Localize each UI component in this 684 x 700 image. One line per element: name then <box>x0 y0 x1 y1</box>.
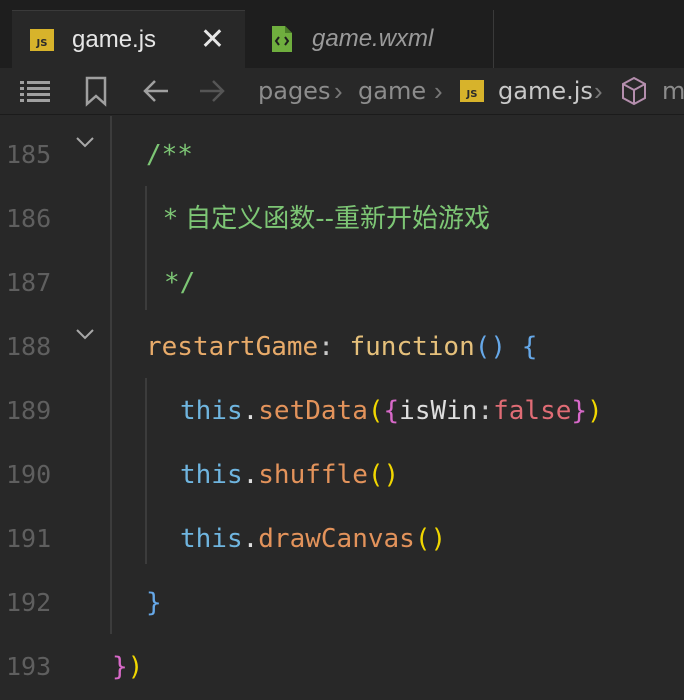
token-boolean: false <box>493 396 572 426</box>
token-this: this <box>180 396 243 426</box>
token-keyword: function <box>349 332 475 362</box>
line-number: 189 <box>6 396 52 425</box>
line-number: 185 <box>6 140 52 169</box>
code-editor[interactable]: 185 /** 186 * 自定义函数--重新开始游戏 187 */ 188 r… <box>0 116 684 700</box>
token-colon: : <box>477 396 494 426</box>
token-brace: } <box>571 396 588 426</box>
token-brace: { <box>383 396 400 426</box>
breadcrumb-bar: pages › game › JS game.js › m <box>0 68 684 115</box>
code-text: this.drawCanvas() <box>180 524 446 555</box>
token-property: restartGame <box>146 332 319 362</box>
token-dot: . <box>242 524 259 554</box>
code-line: 190 this.shuffle() <box>0 442 684 506</box>
token-paren: ( <box>367 396 384 426</box>
js-file-icon: JS <box>460 80 484 102</box>
code-line: 189 this.setData({isWin:false}) <box>0 378 684 442</box>
line-number: 188 <box>6 332 52 361</box>
line-number: 187 <box>6 268 52 297</box>
outline-list-icon[interactable] <box>20 68 52 114</box>
token-parens: () <box>474 332 507 362</box>
breadcrumb-separator: › <box>434 75 443 106</box>
code-text: * 自定义函数--重新开始游戏 <box>164 204 491 234</box>
token-this: this <box>180 524 243 554</box>
code-line: 193 }) <box>0 634 684 698</box>
code-text: this.shuffle() <box>180 460 399 491</box>
line-number: 186 <box>6 204 52 233</box>
tab-label: game.js <box>72 25 157 53</box>
bookmark-icon[interactable] <box>84 68 108 114</box>
token-parens: () <box>414 524 447 554</box>
code-text: restartGame: function() { <box>146 332 537 363</box>
fold-chevron-icon[interactable] <box>74 326 96 342</box>
token-brace: } <box>112 652 128 682</box>
token-method: drawCanvas <box>258 524 415 554</box>
fold-chevron-icon[interactable] <box>74 134 96 150</box>
line-number: 192 <box>6 588 52 617</box>
breadcrumb-symbol[interactable]: m <box>662 68 684 114</box>
token-this: this <box>180 460 243 490</box>
breadcrumb-pages[interactable]: pages <box>258 68 330 114</box>
token-colon: : <box>318 332 334 362</box>
breadcrumb-game[interactable]: game <box>358 68 426 114</box>
code-line: 191 this.drawCanvas() <box>0 506 684 570</box>
line-number: 190 <box>6 460 52 489</box>
token-brace: { <box>521 332 538 362</box>
line-number: 193 <box>6 652 52 681</box>
wxml-file-icon <box>272 26 292 52</box>
editor-tab-bar: JS game.js ✕ game.wxml <box>0 0 684 68</box>
code-text: this.setData({isWin:false}) <box>180 396 603 427</box>
tab-label: game.wxml <box>312 25 434 52</box>
code-text: */ <box>164 268 196 298</box>
close-icon[interactable]: ✕ <box>200 24 225 55</box>
tab-game-wxml[interactable]: game.wxml <box>246 10 494 68</box>
code-text: /** <box>146 140 193 170</box>
token-dot: . <box>242 460 259 490</box>
code-line: 192 } <box>0 570 684 634</box>
token-dot: . <box>242 396 259 426</box>
js-file-icon: JS <box>30 28 54 51</box>
cube-symbol-icon <box>622 76 646 106</box>
token-method: setData <box>258 396 368 426</box>
code-line: 185 /** <box>0 122 684 186</box>
code-line: 187 */ <box>0 250 684 314</box>
token-brace: } <box>146 588 162 618</box>
breadcrumb-separator: › <box>594 75 603 106</box>
token-paren: ) <box>127 652 144 682</box>
back-arrow-icon[interactable] <box>142 68 170 114</box>
token-paren: ) <box>587 396 603 426</box>
tab-game-js[interactable]: JS game.js ✕ <box>12 10 245 68</box>
code-line: 188 restartGame: function() { <box>0 314 684 378</box>
breadcrumb-file[interactable]: game.js <box>498 68 593 114</box>
token-key: isWin <box>399 396 478 426</box>
code-line: 186 * 自定义函数--重新开始游戏 <box>0 186 684 250</box>
code-text: }) <box>112 652 143 683</box>
forward-arrow-icon[interactable] <box>198 68 226 114</box>
token-parens: () <box>367 460 400 490</box>
breadcrumb-separator: › <box>334 75 343 106</box>
token-method: shuffle <box>258 460 368 490</box>
line-number: 191 <box>6 524 52 553</box>
